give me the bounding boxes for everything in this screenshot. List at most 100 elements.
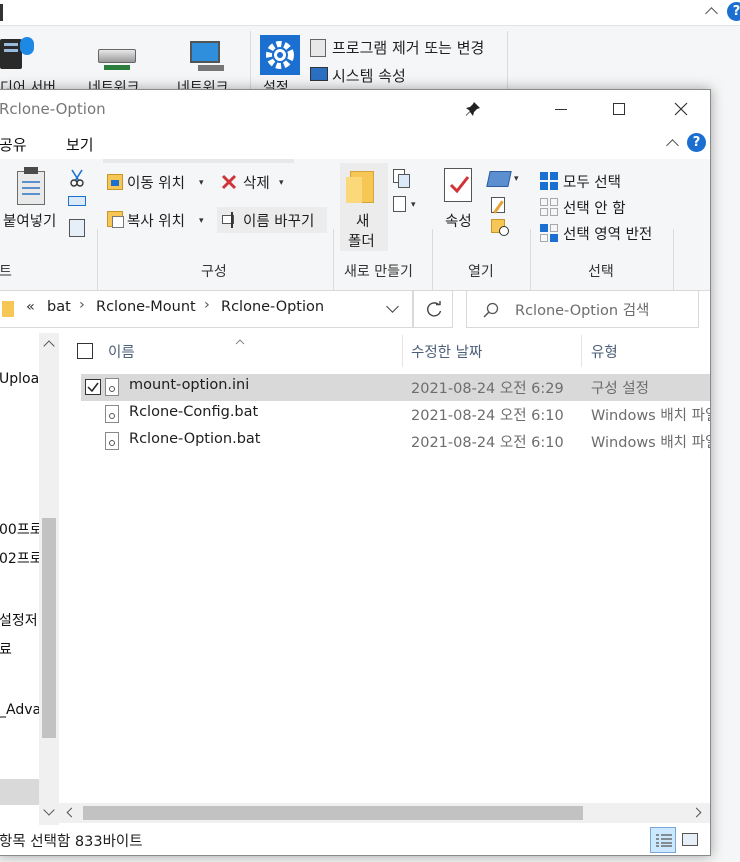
horizontal-scrollbar[interactable] [59, 803, 710, 823]
select-none-label: 선택 안 함 [563, 201, 626, 217]
scroll-down-icon[interactable] [43, 804, 55, 816]
file-name: Rclone-Option.bat [129, 431, 261, 447]
menu-share[interactable]: 공유 [0, 134, 27, 155]
file-row[interactable]: Rclone-Config.bat 2021-08-24 오전 6:10 Win… [81, 401, 711, 428]
nav-item[interactable]: Uploa [0, 371, 39, 387]
invert-selection-button[interactable]: 선택 영역 반전 [539, 221, 669, 245]
column-divider[interactable] [402, 335, 403, 367]
scroll-up-icon[interactable] [43, 340, 55, 352]
breadcrumb-separator-icon[interactable]: › [79, 297, 85, 313]
breadcrumb-rclone-option[interactable]: Rclone-Option [221, 299, 324, 315]
refresh-button[interactable] [413, 290, 453, 328]
nav-item[interactable]: 설정저 [0, 610, 38, 630]
move-to-label: 이동 위치 [127, 176, 185, 192]
dropdown-arrow-icon: ▾ [199, 178, 204, 188]
uninstall-programs-link[interactable]: 프로그램 제거 또는 변경 [332, 37, 484, 58]
new-folder-label-1: 새 [356, 214, 370, 230]
nav-item[interactable]: 00프로 [0, 519, 43, 539]
new-item-icon[interactable] [393, 169, 411, 188]
breadcrumb-separator-icon[interactable]: › [204, 297, 210, 313]
properties-label[interactable]: 속성 [445, 210, 472, 231]
nav-item-selected[interactable] [0, 779, 39, 805]
select-all-checkbox[interactable] [77, 343, 93, 359]
select-all-icon [540, 172, 558, 190]
uninstall-icon[interactable] [310, 39, 326, 57]
scrollbar-thumb[interactable] [83, 806, 583, 820]
maximize-button[interactable] [596, 90, 642, 128]
large-icons-view-icon [682, 833, 698, 846]
pin-icon[interactable] [465, 101, 481, 117]
new-folder-button[interactable]: 새 폴더 [340, 163, 388, 251]
close-button[interactable] [658, 90, 704, 128]
dropdown-arrow-icon: ▾ [279, 178, 284, 188]
scroll-left-icon[interactable] [66, 807, 77, 818]
history-icon[interactable] [491, 219, 511, 237]
easy-access-icon[interactable]: ▾ [393, 196, 421, 214]
nav-item[interactable]: 02프로 [0, 548, 43, 568]
separator [250, 31, 251, 89]
nav-item[interactable]: _Adva [0, 702, 41, 718]
move-to-button[interactable]: 이동 위치 ▾ [103, 169, 209, 195]
column-header-modified[interactable]: 수정한 날짜 [411, 341, 482, 362]
details-view-button[interactable] [650, 827, 676, 853]
file-type: 구성 설정 [591, 381, 649, 397]
copy-path-icon[interactable] [68, 196, 86, 206]
collapse-ribbon-icon[interactable] [705, 7, 718, 20]
settings-gear-icon[interactable] [260, 35, 300, 75]
column-header-type[interactable]: 유형 [591, 341, 618, 362]
scroll-right-icon[interactable] [691, 807, 702, 818]
file-row[interactable]: mount-option.ini 2021-08-24 오전 6:29 구성 설… [81, 374, 710, 401]
search-box[interactable]: Rclone-Option 검색 [466, 290, 699, 328]
menu-view[interactable]: 보기 [66, 134, 94, 155]
column-divider[interactable] [581, 335, 582, 367]
invert-selection-label: 선택 영역 반전 [563, 227, 653, 243]
delete-label: 삭제 [243, 176, 270, 192]
copy-to-button[interactable]: 복사 위치 ▾ [103, 207, 209, 233]
nav-item[interactable]: 료 [0, 639, 12, 659]
properties-icon[interactable] [444, 168, 474, 204]
rename-button[interactable]: 이름 바꾸기 [217, 207, 327, 233]
open-with-icon[interactable]: ▾ [486, 167, 522, 191]
system-properties-link[interactable]: 시스템 속성 [332, 65, 406, 86]
file-row[interactable]: Rclone-Option.bat 2021-08-24 오전 6:10 Win… [81, 428, 711, 455]
background-ribbon: 디어 서버 네트워크 네트워크 설정 프로그램 제거 또는 변경 시스템 속성 [0, 27, 740, 96]
address-bar[interactable]: « bat › Rclone-Mount › Rclone-Option [0, 290, 413, 328]
network-drive-icon[interactable] [98, 49, 138, 71]
paste-shortcut-icon[interactable] [69, 219, 85, 237]
breadcrumb-bat[interactable]: bat [47, 299, 71, 315]
bat-file-icon [105, 432, 119, 450]
row-checkbox[interactable] [85, 379, 101, 395]
paste-icon[interactable] [17, 167, 47, 205]
edit-icon[interactable] [491, 197, 509, 215]
paste-label[interactable]: 붙여넣기 [3, 210, 56, 231]
help-icon[interactable]: ? [687, 133, 706, 152]
cut-icon[interactable] [69, 169, 85, 187]
scrollbar-thumb[interactable] [42, 518, 56, 738]
title-bar[interactable]: Rclone-Option [0, 90, 710, 128]
file-type: Windows 배치 파일 [591, 435, 711, 451]
dropdown-arrow-icon: ▾ [199, 216, 204, 226]
rename-label: 이름 바꾸기 [243, 214, 315, 230]
delete-button[interactable]: 삭제 ▾ [217, 169, 291, 195]
search-icon [483, 302, 499, 318]
network-location-icon[interactable] [190, 41, 226, 71]
breadcrumb-rclone-mount[interactable]: Rclone-Mount [96, 299, 196, 315]
minimize-button[interactable] [538, 90, 584, 128]
help-icon[interactable]: ? [727, 2, 740, 21]
file-type: Windows 배치 파일 [591, 408, 711, 424]
select-all-button[interactable]: 모두 선택 [539, 169, 631, 193]
system-properties-icon[interactable] [310, 67, 328, 81]
bat-file-icon [105, 405, 119, 423]
menu-bar [0, 128, 710, 159]
column-header-name[interactable]: 이름 [108, 341, 135, 362]
media-server-icon[interactable] [0, 35, 34, 71]
large-icons-view-button[interactable] [680, 830, 700, 850]
select-group-label: 선택 [588, 264, 614, 280]
breadcrumb-overflow[interactable]: « [26, 299, 35, 315]
select-all-label: 모두 선택 [563, 175, 621, 191]
explorer-window: Rclone-Option 공유 보기 ? 붙여넣기 이동 위치 ▾ 삭제 ▾ … [0, 89, 711, 856]
address-history-chevron-icon[interactable] [386, 300, 399, 313]
select-none-button[interactable]: 선택 안 함 [539, 195, 639, 219]
navigation-scrollbar[interactable] [39, 333, 59, 825]
clipboard-group-label: 트 [0, 264, 12, 280]
